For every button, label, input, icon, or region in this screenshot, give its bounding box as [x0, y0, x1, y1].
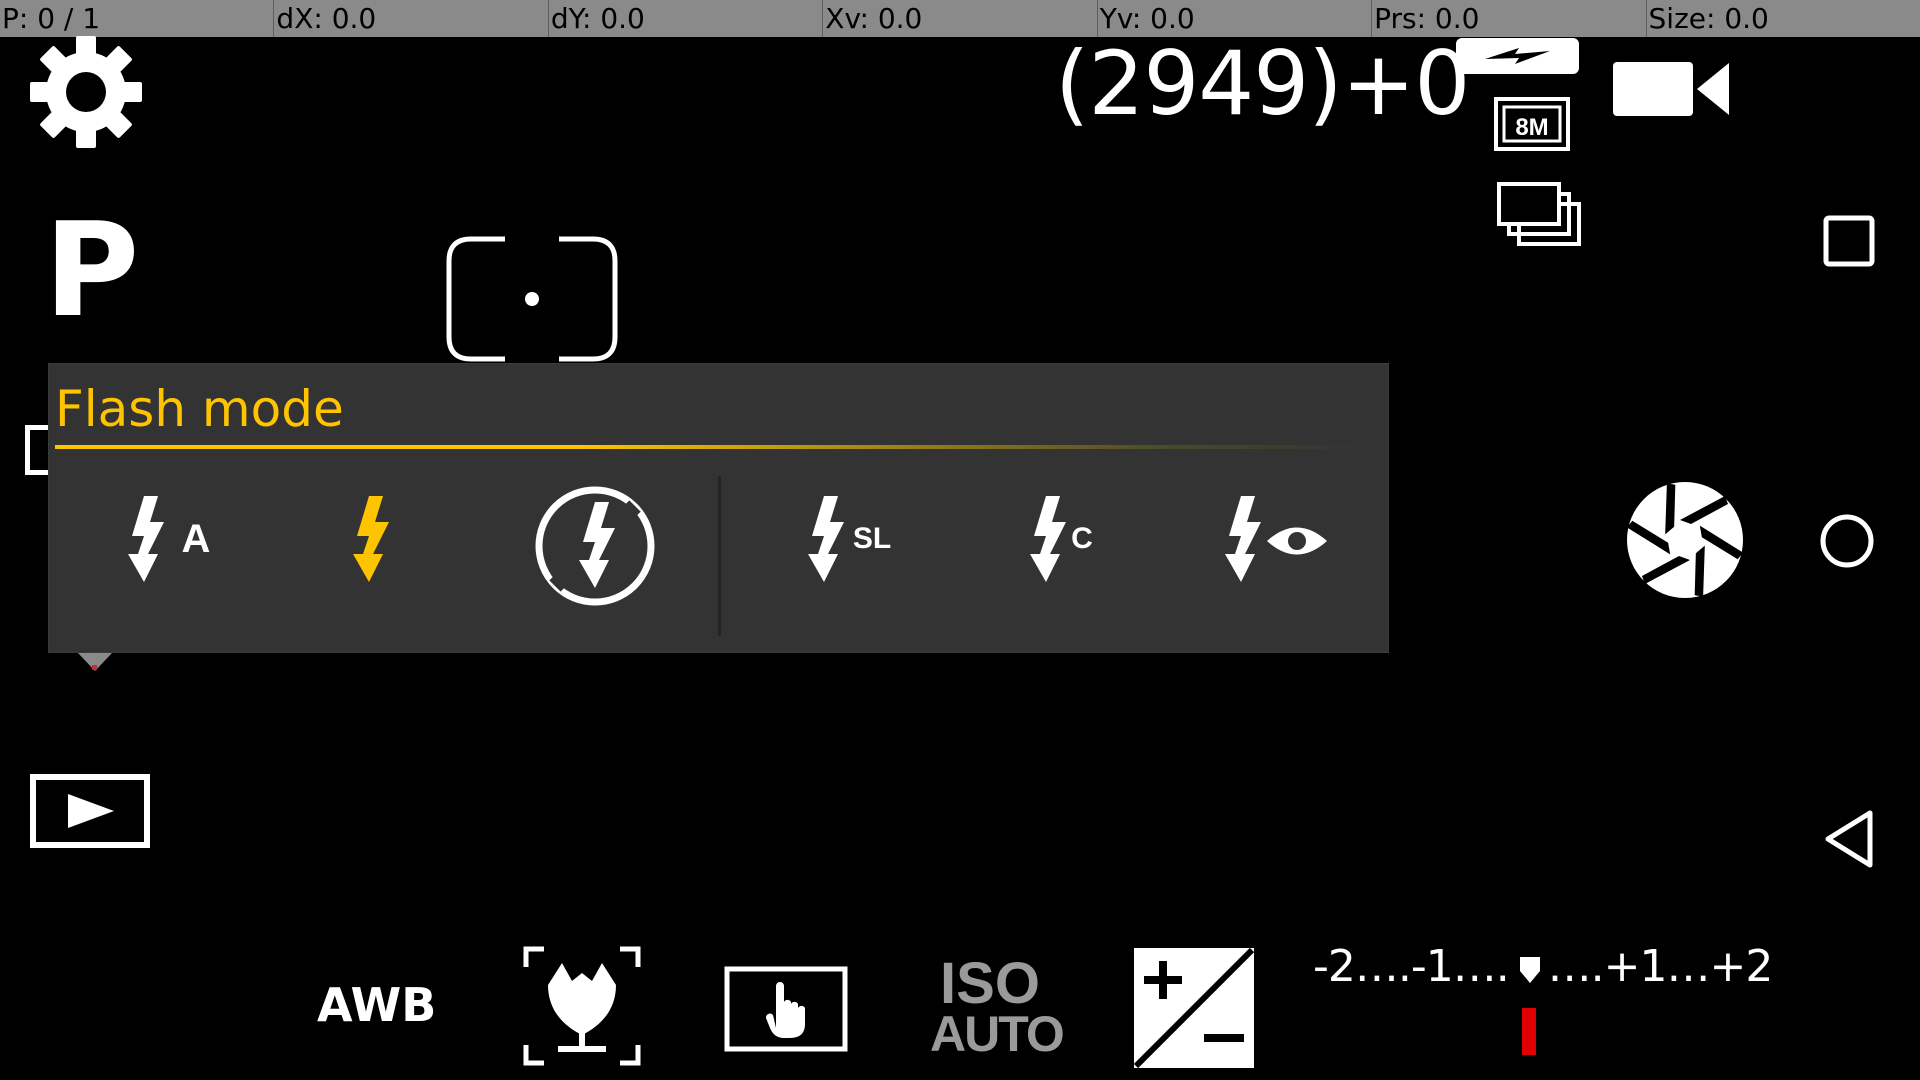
flash-red-eye-icon	[1225, 496, 1327, 582]
video-camera-icon[interactable]	[1613, 59, 1729, 119]
iso-label: ISO	[940, 951, 1040, 1016]
settings-gear-icon[interactable]	[28, 34, 144, 150]
popup-pointer-tip	[92, 665, 97, 670]
flash-auto-icon: A	[128, 496, 211, 582]
nav-recents-icon[interactable]	[1823, 215, 1875, 267]
flash-off-icon	[535, 486, 655, 606]
flash-curtain-label: C	[1071, 522, 1093, 555]
flash-auto-option[interactable]: A	[114, 484, 224, 594]
flash-mode-popup: Flash mode A SL C	[48, 363, 1389, 653]
drive-mode-icon[interactable]	[1497, 182, 1581, 248]
flash-red-eye-option[interactable]	[1211, 484, 1341, 594]
nav-home-icon[interactable]	[1819, 513, 1875, 569]
nav-back-icon[interactable]	[1822, 809, 1874, 869]
iso-button[interactable]: ISO AUTO	[930, 951, 1065, 1062]
ev-pointer-icon	[1518, 955, 1542, 985]
flash-slow-sync-label: SL	[853, 522, 891, 555]
flash-off-option[interactable]	[533, 484, 657, 608]
shutter-button-icon[interactable]	[1625, 480, 1745, 600]
flash-popup-title: Flash mode	[55, 380, 344, 438]
playback-icon[interactable]	[30, 774, 150, 848]
flash-slow-sync-icon: SL	[808, 496, 891, 582]
flash-status-icon[interactable]	[1455, 37, 1580, 75]
debug-dx: dX: 0.0	[273, 0, 547, 37]
iso-value: AUTO	[930, 1006, 1065, 1062]
exposure-mode-label[interactable]: P	[44, 205, 139, 335]
flash-auto-label: A	[182, 517, 211, 561]
pointer-debug-bar: P: 0 / 1 dX: 0.0 dY: 0.0 Xv: 0.0 Yv: 0.0…	[0, 0, 1920, 37]
shot-counter: (2949)+0	[1055, 32, 1470, 135]
flash-on-option[interactable]	[339, 484, 419, 594]
resolution-icon[interactable]: 8M	[1494, 97, 1570, 151]
af-frame-icon[interactable]	[445, 235, 619, 363]
flash-curtain-icon: C	[1030, 496, 1093, 582]
exposure-compensation-icon[interactable]	[1132, 946, 1256, 1070]
macro-focus-icon[interactable]	[522, 945, 642, 1067]
resolution-label: 8M	[1515, 114, 1548, 141]
white-balance-button[interactable]: AWB	[317, 980, 436, 1030]
ev-scale: -2….-1…. ….+1…+2	[1313, 941, 1773, 992]
flash-curtain-option[interactable]: C	[1016, 484, 1116, 594]
touch-focus-icon[interactable]	[724, 966, 848, 1052]
debug-size: Size: 0.0	[1645, 0, 1920, 37]
flash-popup-underline	[55, 445, 1365, 449]
flash-popup-divider	[718, 476, 721, 636]
flash-on-icon	[353, 496, 389, 582]
ev-indicator-bar	[1522, 1008, 1536, 1055]
flash-slow-sync-option[interactable]: SL	[794, 484, 904, 594]
debug-pointer-count: P: 0 / 1	[2, 2, 101, 35]
debug-dy: dY: 0.0	[547, 0, 822, 37]
